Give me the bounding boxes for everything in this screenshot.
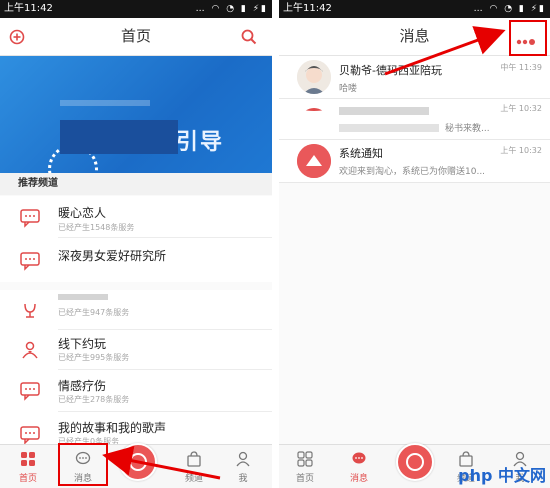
tab-label: 消息 xyxy=(349,474,368,484)
section-title: 推荐频道 xyxy=(0,173,272,195)
conversation-item[interactable]: 贝勒爷-德玛西亚陪玩 哈喽 中午 11:39 xyxy=(279,56,550,99)
tab-me[interactable]: 我 xyxy=(221,445,265,488)
channel-name: 我的故事和我的歌声 xyxy=(58,421,167,435)
channel-item[interactable]: 我的故事和我的歌声 已经产生0条服务 xyxy=(0,412,272,446)
system-notice-icon xyxy=(297,144,331,178)
tab-label: 首页 xyxy=(295,474,314,484)
chat-bubble-icon xyxy=(18,422,42,446)
tab-channel[interactable]: 频道 xyxy=(172,445,216,488)
channel-name-redacted xyxy=(58,294,108,300)
tab-label: 首页 xyxy=(18,474,37,484)
conversation-time: 上午 10:32 xyxy=(500,104,542,113)
conversation-preview: 哈喽 xyxy=(339,84,358,94)
disc-icon xyxy=(129,453,147,471)
tab-home[interactable]: 首页 xyxy=(283,445,327,488)
tab-label: 频道 xyxy=(184,474,203,484)
channel-item[interactable]: 已经产生947条服务 xyxy=(0,290,272,330)
tab-home[interactable]: 首页 xyxy=(6,445,50,488)
channel-name: 情感疗伤 xyxy=(58,379,107,393)
banner-redaction xyxy=(60,120,178,154)
avatar xyxy=(297,60,331,94)
home-screen: 上午11:42 … ◠ ◔ ▮ ⚡▮ 首页 引导 推荐频道 暖心恋人 已经产生1… xyxy=(0,0,272,488)
status-icons: … ◠ ◔ ▮ ⚡▮ xyxy=(473,4,546,14)
messages-screen: 上午11:42 … ◠ ◔ ▮ ⚡▮ 消息 贝勒爷-德玛西亚陪玩 哈喽 中午 1… xyxy=(279,0,550,488)
chat-icon xyxy=(351,451,367,467)
bottom-tab-bar: 首页 消息 频道 我 xyxy=(0,443,272,488)
banner-subtext xyxy=(60,100,150,106)
conversation-name: 系统通知 xyxy=(339,147,383,160)
tab-messages[interactable]: 消息 xyxy=(337,445,381,488)
channel-item[interactable]: 情感疗伤 已经产生278条服务 xyxy=(0,370,272,412)
channel-sub: 已经产生1548条服务 xyxy=(58,223,135,232)
grid-icon xyxy=(20,451,36,467)
channel-sub: 已经产生947条服务 xyxy=(58,308,130,317)
watermark: php 中文网 xyxy=(458,466,546,485)
tab-label: 我 xyxy=(238,474,248,484)
chat-bubble-icon xyxy=(18,205,42,229)
channel-sub: 已经产生278条服务 xyxy=(58,395,130,404)
bag-icon xyxy=(186,451,202,467)
highlight-box-messages-tab xyxy=(58,443,108,486)
channel-name: 深夜男女爱好研究所 xyxy=(58,249,167,263)
page-title: 首页 xyxy=(120,27,151,45)
banner-text: 引导 xyxy=(176,129,225,155)
redacted-preview xyxy=(339,124,439,132)
search-icon[interactable] xyxy=(240,28,258,46)
microphone-icon xyxy=(18,298,42,322)
grid-icon xyxy=(297,451,313,467)
conversation-item[interactable]: 秘书来教... 上午 10:32 xyxy=(279,99,550,140)
conversation-name: 贝勒爷-德玛西亚陪玩 xyxy=(339,64,442,77)
channel-sub: 已经产生995条服务 xyxy=(58,353,130,362)
avatar xyxy=(297,101,331,111)
channel-name: 暖心恋人 xyxy=(58,206,107,220)
add-circle-icon[interactable] xyxy=(8,28,26,46)
people-icon xyxy=(18,338,42,362)
conversation-item[interactable]: 系统通知 欢迎来到淘心，系统已为你赠送10... 上午 10:32 xyxy=(279,140,550,183)
conversation-preview: 欢迎来到淘心，系统已为你赠送10... xyxy=(339,167,486,177)
chat-bubble-icon xyxy=(18,248,42,272)
disc-icon xyxy=(406,453,424,471)
conversation-preview: 秘书来教... xyxy=(445,124,490,134)
center-channel-button[interactable] xyxy=(396,443,434,481)
channel-name: 线下约玩 xyxy=(58,337,107,351)
status-icons: … ◠ ◔ ▮ ⚡▮ xyxy=(195,4,268,14)
person-icon xyxy=(235,451,251,467)
status-time: 上午11:42 xyxy=(283,3,332,14)
status-time: 上午11:42 xyxy=(4,3,53,14)
channel-item[interactable]: 暖心恋人 已经产生1548条服务 xyxy=(0,196,272,238)
highlight-box-more-button xyxy=(509,20,547,56)
status-bar: 上午11:42 … ◠ ◔ ▮ ⚡▮ xyxy=(0,0,272,18)
channel-item[interactable]: 深夜男女爱好研究所 xyxy=(0,238,272,282)
channel-item[interactable]: 线下约玩 已经产生995条服务 xyxy=(0,330,272,370)
home-header: 首页 xyxy=(0,18,272,56)
status-bar: 上午11:42 … ◠ ◔ ▮ ⚡▮ xyxy=(279,0,550,18)
conversation-time: 上午 10:32 xyxy=(500,146,542,155)
home-banner[interactable]: 引导 xyxy=(0,56,272,173)
conversation-time: 中午 11:39 xyxy=(500,63,542,72)
redacted-name xyxy=(339,107,429,115)
center-channel-button[interactable] xyxy=(119,443,157,481)
chat-bubble-icon xyxy=(18,378,42,402)
